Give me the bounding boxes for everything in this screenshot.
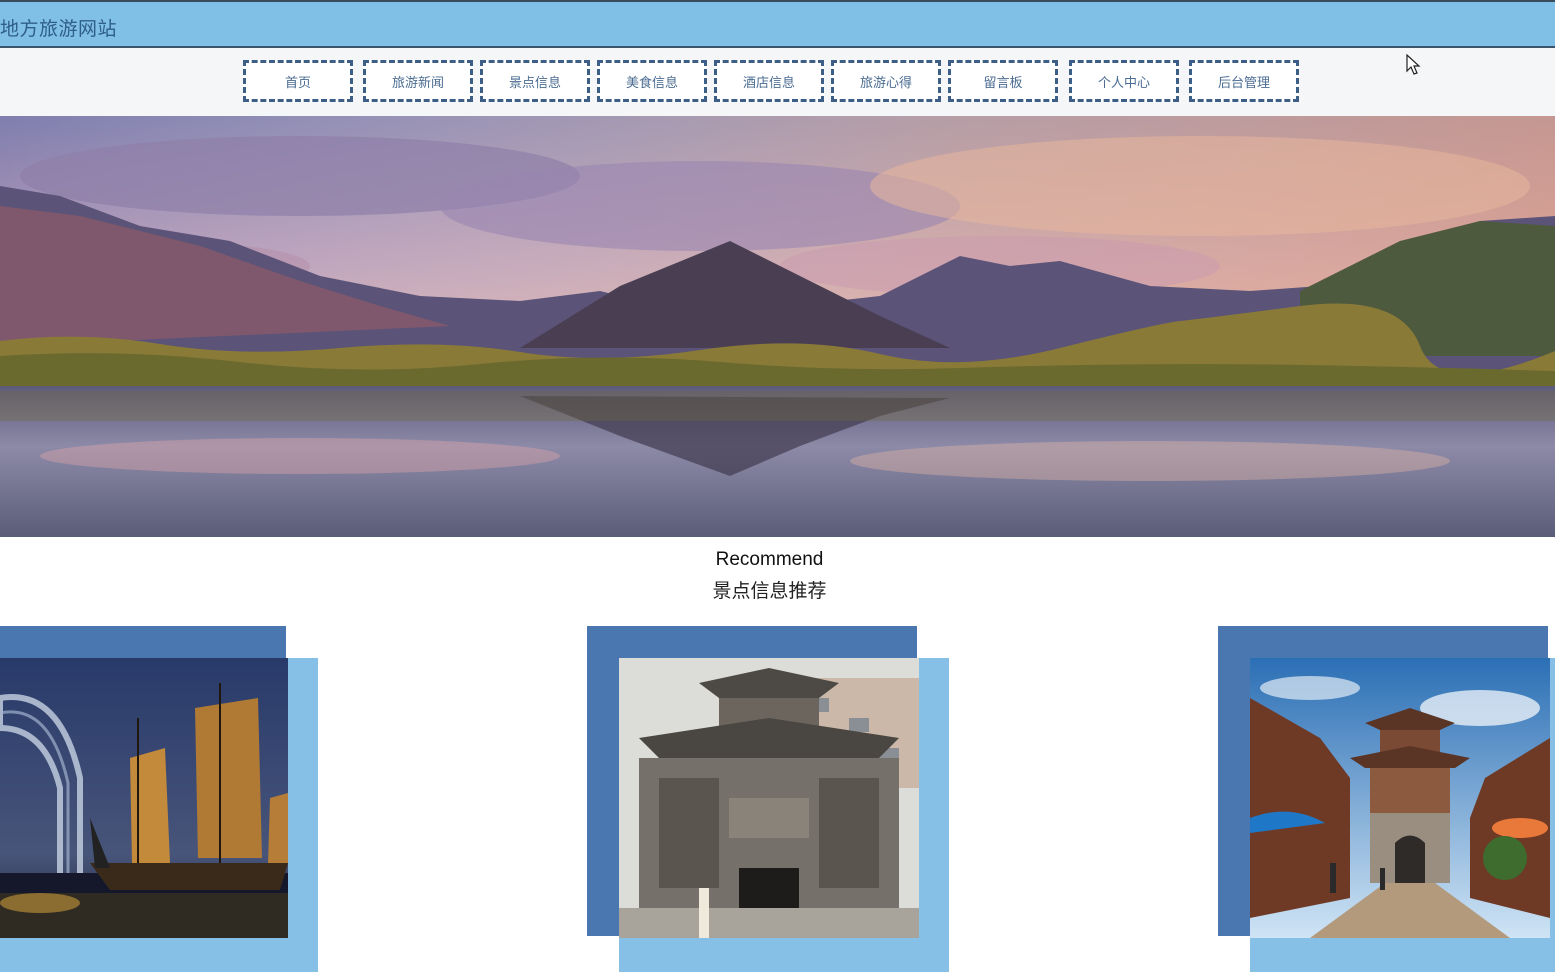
top-header-bar: 地方旅游网站 <box>0 0 1555 48</box>
nav-item-food[interactable]: 美食信息 <box>597 60 707 102</box>
nav-item-attractions[interactable]: 景点信息 <box>480 60 590 102</box>
recommend-card-3[interactable] <box>1218 626 1555 972</box>
nav-item-travel-news[interactable]: 旅游新闻 <box>363 60 473 102</box>
ancient-archway-image <box>619 658 919 938</box>
old-town-gate-tower-image <box>1250 658 1550 938</box>
nav-item-admin[interactable]: 后台管理 <box>1189 60 1299 102</box>
nav-item-travel-notes[interactable]: 旅游心得 <box>831 60 941 102</box>
recommend-title-en: Recommend <box>715 549 824 570</box>
mountain-lake-landscape-image <box>0 116 1555 537</box>
recommend-card-1[interactable] <box>0 626 318 972</box>
mouse-cursor-icon <box>1406 53 1422 80</box>
nav-item-personal-center[interactable]: 个人中心 <box>1069 60 1179 102</box>
hero-banner-carousel[interactable] <box>0 116 1555 537</box>
main-nav: 首页 旅游新闻 景点信息 美食信息 酒店信息 旅游心得 留言板 个人中心 后台管… <box>0 48 1555 116</box>
recommend-card-2[interactable] <box>587 626 949 972</box>
nav-item-home[interactable]: 首页 <box>243 60 353 102</box>
junk-boat-night-image <box>0 658 288 938</box>
site-title: 地方旅游网站 <box>0 18 118 40</box>
nav-item-message-board[interactable]: 留言板 <box>948 60 1058 102</box>
recommend-title-cn: 景点信息推荐 <box>712 580 827 602</box>
nav-item-hotels[interactable]: 酒店信息 <box>714 60 824 102</box>
